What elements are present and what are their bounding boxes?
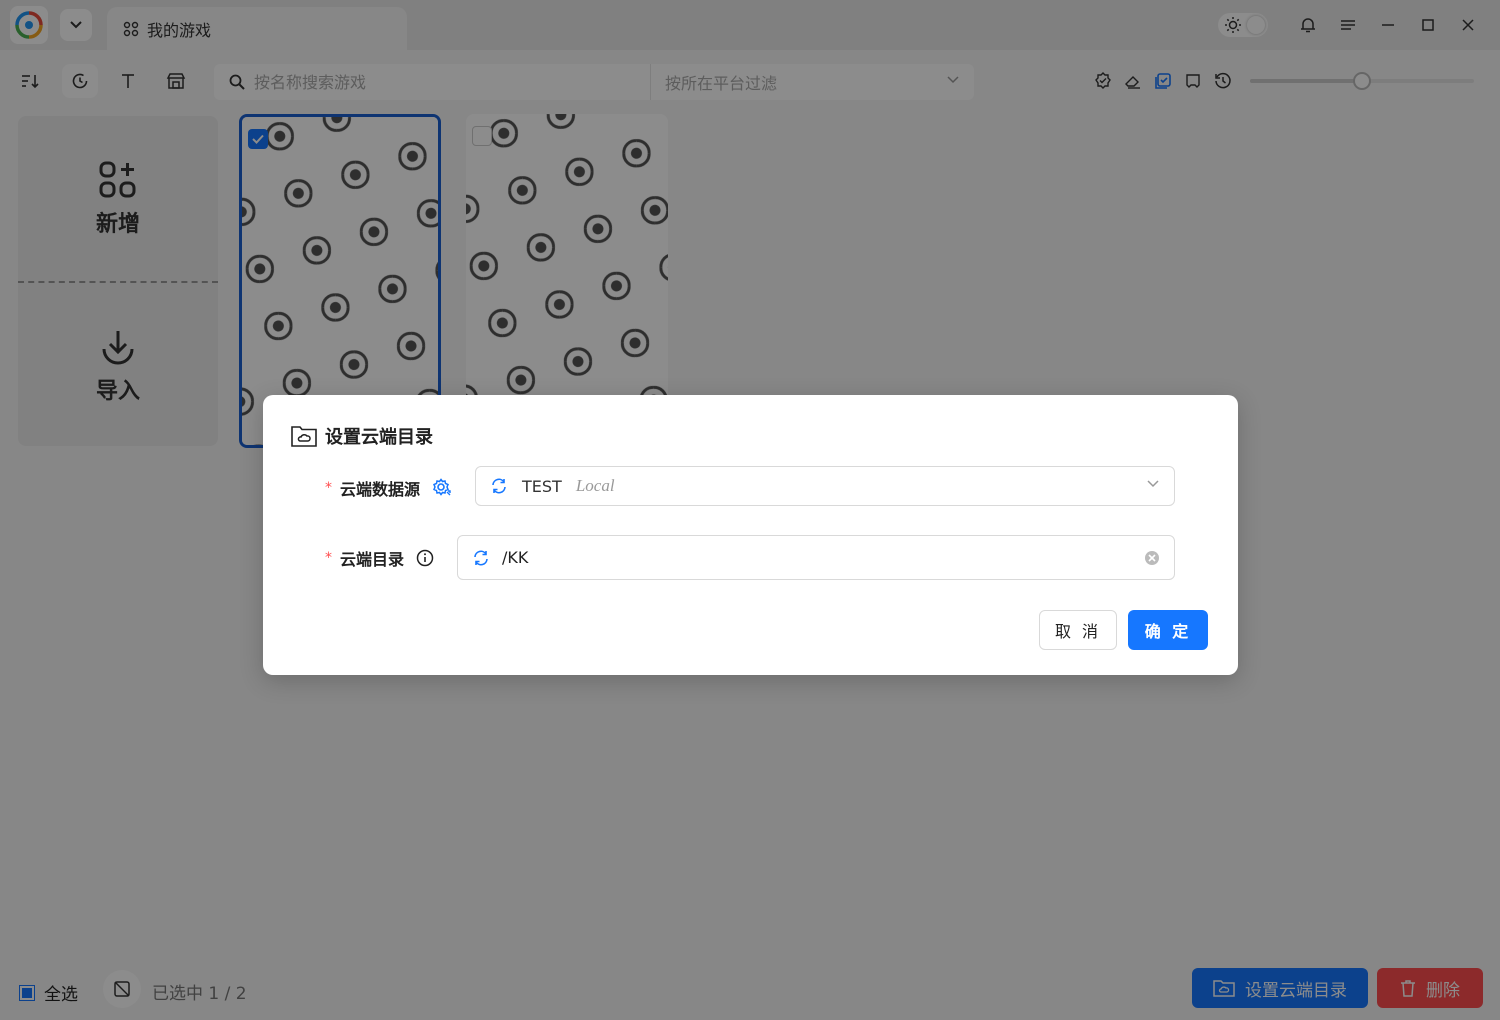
cloud-dir-input[interactable] bbox=[502, 548, 1102, 567]
settings-gear-icon[interactable] bbox=[432, 478, 452, 498]
cancel-button[interactable]: 取 消 bbox=[1039, 610, 1117, 650]
clear-input-icon[interactable] bbox=[1144, 550, 1160, 566]
cloud-source-select[interactable]: TEST Local bbox=[475, 466, 1175, 506]
source-value: TEST bbox=[522, 476, 562, 496]
sync-icon bbox=[492, 478, 506, 494]
required-mark: * bbox=[325, 550, 332, 566]
dialog-title: 设置云端目录 bbox=[291, 423, 433, 449]
dialog-title-text: 设置云端目录 bbox=[325, 427, 433, 448]
ok-button[interactable]: 确 定 bbox=[1128, 610, 1208, 650]
source-label-text: 云端数据源 bbox=[340, 480, 421, 499]
dir-label-text: 云端目录 bbox=[340, 550, 405, 569]
source-label: * 云端数据源 bbox=[325, 476, 452, 500]
set-cloud-dir-dialog: 设置云端目录 * 云端数据源 TEST Local * 云端目录 取 消 确 定 bbox=[263, 395, 1238, 675]
dir-label: * 云端目录 bbox=[325, 546, 434, 570]
cloud-folder-icon bbox=[291, 426, 317, 447]
cloud-dir-field bbox=[457, 535, 1175, 580]
source-type: Local bbox=[575, 476, 615, 495]
required-mark: * bbox=[325, 480, 332, 496]
sync-icon[interactable] bbox=[472, 549, 490, 567]
info-icon[interactable] bbox=[416, 549, 434, 567]
chevron-down-icon bbox=[1147, 480, 1159, 488]
